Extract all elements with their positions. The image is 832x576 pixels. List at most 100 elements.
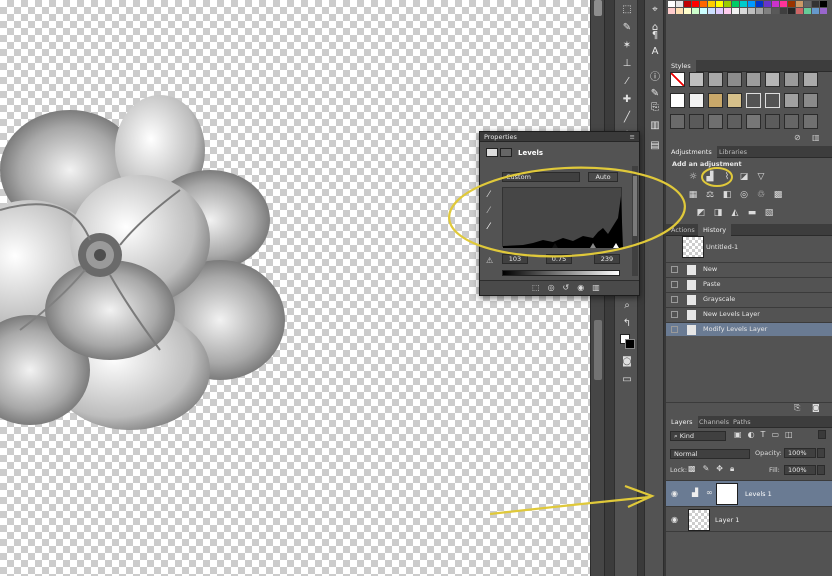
fill-field[interactable]: 100%	[784, 465, 816, 475]
color-swatch[interactable]	[716, 1, 723, 7]
layer-mask-thumbnail[interactable]	[716, 483, 738, 505]
gamma-input-slider[interactable]	[590, 243, 596, 248]
magic-wand-icon[interactable]: ✶	[617, 36, 637, 54]
layer-thumbnail[interactable]	[688, 509, 710, 531]
layer-row-levels[interactable]: ◉ ▟ ∞ Levels 1	[666, 480, 832, 506]
properties-scroll-thumb[interactable]	[633, 176, 637, 236]
color-swatch[interactable]	[700, 1, 707, 7]
style-preset[interactable]	[784, 93, 799, 108]
properties-header[interactable]: Properties ≡	[480, 132, 639, 142]
color-swatch[interactable]	[820, 1, 827, 7]
color-swatch[interactable]	[764, 8, 771, 14]
color-swatch[interactable]	[684, 8, 691, 14]
clone-source-icon[interactable]: ⎘	[648, 100, 662, 114]
output-gradient[interactable]	[502, 270, 620, 276]
color-swatch[interactable]	[676, 8, 683, 14]
crop-tool-icon[interactable]: ⊥	[617, 54, 637, 72]
tab-actions[interactable]: Actions	[666, 224, 700, 236]
style-preset[interactable]	[784, 72, 799, 87]
tab-adjustments[interactable]: Adjustments	[666, 146, 717, 158]
black-input-slider[interactable]	[552, 243, 558, 248]
lock-position-icon[interactable]: ✥	[716, 464, 723, 474]
filter-pixel-icon[interactable]: ▣	[734, 430, 742, 439]
gradient-map-icon[interactable]: ▬	[747, 208, 757, 218]
healing-brush-icon[interactable]: ✚	[617, 90, 637, 108]
visibility-eye-icon[interactable]: ◉	[671, 489, 678, 498]
visibility-icon[interactable]: ◉	[577, 283, 584, 292]
layer-filter-select[interactable]: ⌕ Kind	[670, 431, 726, 441]
color-swatch[interactable]	[812, 1, 819, 7]
style-preset[interactable]	[803, 72, 818, 87]
blend-mode-select[interactable]: Normal	[670, 449, 750, 459]
color-swatch[interactable]	[692, 1, 699, 7]
background-color-swatch[interactable]	[625, 339, 635, 349]
scroll-track-segment[interactable]	[594, 320, 602, 380]
filter-adjustment-icon[interactable]: ◐	[748, 430, 755, 439]
history-brush-source-box[interactable]	[671, 326, 678, 333]
delete-icon[interactable]: ▥	[592, 283, 600, 292]
black-white-icon[interactable]: ◧	[722, 190, 732, 200]
history-item[interactable]: Modify Levels Layer	[666, 322, 832, 336]
marquee-tool-icon[interactable]: ⬚	[617, 0, 637, 18]
input-white-field[interactable]: 239	[594, 254, 620, 264]
eyedropper-tool-icon[interactable]: ⁄	[617, 72, 637, 90]
character-icon[interactable]: A	[648, 44, 662, 58]
color-swatch[interactable]	[772, 8, 779, 14]
color-swatch[interactable]	[748, 8, 755, 14]
color-swatch[interactable]	[780, 1, 787, 7]
black-point-eyedropper-icon[interactable]: ⁄	[488, 190, 490, 200]
properties-tab[interactable]: Properties	[484, 133, 517, 141]
history-brush-source-box[interactable]	[671, 296, 678, 303]
vibrance-icon[interactable]: ▽	[756, 172, 766, 182]
lasso-tool-icon[interactable]: ✎	[617, 18, 637, 36]
history-item[interactable]: New	[666, 262, 832, 276]
history-brush-source-box[interactable]	[671, 311, 678, 318]
preset-select[interactable]: Custom	[502, 172, 580, 182]
color-swatch[interactable]	[732, 8, 739, 14]
color-swatch[interactable]	[804, 1, 811, 7]
tool-presets-icon[interactable]: ▥	[648, 118, 662, 132]
gray-point-eyedropper-icon[interactable]: ⁄	[488, 206, 490, 216]
color-swatch[interactable]	[732, 1, 739, 7]
color-swatch[interactable]	[804, 8, 811, 14]
tab-layers[interactable]: Layers	[666, 416, 698, 428]
style-preset[interactable]	[689, 93, 704, 108]
new-document-from-state-icon[interactable]: ⎘	[794, 403, 800, 413]
layer-name[interactable]: Layer 1	[715, 516, 739, 524]
color-swatch[interactable]	[820, 8, 827, 14]
clip-to-layer-icon[interactable]: ⬚	[532, 283, 540, 292]
opacity-dropdown[interactable]	[817, 448, 825, 458]
color-swatch[interactable]	[692, 8, 699, 14]
color-swatch[interactable]	[724, 8, 731, 14]
paragraph-icon[interactable]: ¶	[648, 28, 662, 42]
brush-presets-icon[interactable]: ✎	[648, 86, 662, 100]
style-preset[interactable]	[727, 114, 742, 129]
posterize-icon[interactable]: ◨	[713, 208, 723, 218]
color-swatch[interactable]	[780, 8, 787, 14]
filter-smart-icon[interactable]: ◫	[785, 430, 793, 439]
channel-mixer-icon[interactable]: ♲	[756, 190, 766, 200]
color-swatch[interactable]	[740, 1, 747, 7]
threshold-icon[interactable]: ◭	[730, 208, 740, 218]
color-swatch[interactable]	[748, 1, 755, 7]
color-swatch[interactable]	[700, 8, 707, 14]
filter-toggle[interactable]	[818, 430, 826, 439]
color-balance-icon[interactable]: ⚖	[705, 190, 715, 200]
color-swatch[interactable]	[772, 1, 779, 7]
history-brush-source-box[interactable]	[671, 281, 678, 288]
levels-icon[interactable]: ▟	[705, 172, 715, 182]
color-swatch[interactable]	[756, 8, 763, 14]
layer-row-layer1[interactable]: ◉ Layer 1	[666, 506, 832, 532]
exposure-icon[interactable]: ◪	[739, 172, 749, 182]
history-item[interactable]: New Levels Layer	[666, 307, 832, 321]
panel-menu-icon[interactable]: ≡	[630, 133, 635, 141]
style-preset[interactable]	[746, 114, 761, 129]
properties-panel[interactable]: Properties ≡ Levels Custom Auto ⁄ ⁄ ⁄ ⚠ …	[479, 131, 640, 296]
tab-libraries[interactable]: Libraries	[714, 146, 752, 158]
style-preset[interactable]	[746, 72, 761, 87]
opacity-field[interactable]: 100%	[784, 448, 816, 458]
color-swatch[interactable]	[812, 8, 819, 14]
color-swatch[interactable]	[796, 1, 803, 7]
hue-saturation-icon[interactable]: ▦	[688, 190, 698, 200]
tab-history[interactable]: History	[698, 224, 732, 236]
